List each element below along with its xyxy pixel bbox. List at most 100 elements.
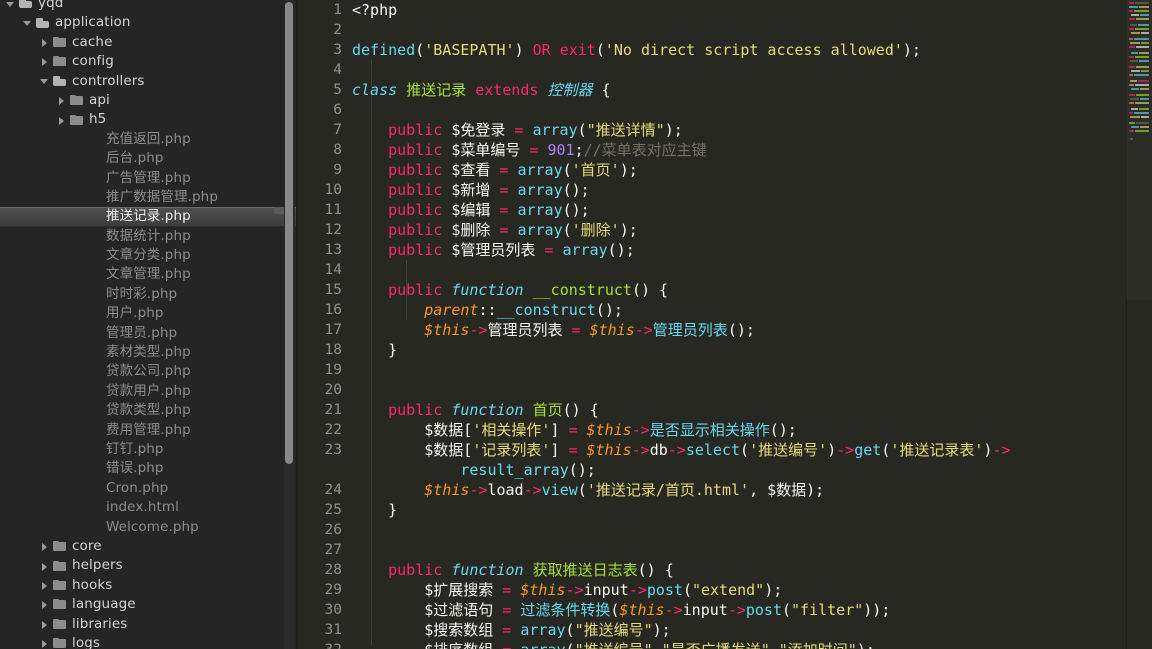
code-line[interactable] [346, 100, 1152, 120]
code-line[interactable]: $搜索数组 = array("推送编号"); [346, 620, 1152, 640]
file-tree[interactable]: yqd application cache config controllers api h… [0, 0, 296, 649]
code-line[interactable]: defined('BASEPATH') OR exit('No direct s… [346, 40, 1152, 60]
tree-file-row[interactable]: 充值返回.php [0, 130, 296, 149]
tree-file-row[interactable]: 管理员.php [0, 324, 296, 343]
folder-icon [53, 56, 66, 67]
code-line[interactable]: $this->管理员列表 = $this->管理员列表(); [346, 320, 1152, 340]
code-line[interactable]: public $菜单编号 = 901;//菜单表对应主键 [346, 140, 1152, 160]
minimap-line [1129, 94, 1135, 96]
tree-folder-row[interactable]: application [0, 13, 296, 32]
tree-file-row[interactable]: 素材类型.php [0, 343, 296, 362]
code-line[interactable]: public $查看 = array('首页'); [346, 160, 1152, 180]
code-token: result_array [460, 461, 569, 479]
code-line[interactable] [346, 60, 1152, 80]
code-token: ( [562, 161, 572, 179]
code-line[interactable] [346, 360, 1152, 380]
tree-file-row[interactable]: index.html [0, 498, 296, 517]
code-line[interactable]: $排序数组 = array("推送编号","是否广播发送","添加时间"); [346, 640, 1152, 649]
sidebar-scrollbar-thumb[interactable] [285, 2, 293, 464]
tree-file-row[interactable]: 推送记录.php [0, 207, 296, 227]
folder-icon [70, 114, 83, 126]
tree-file-row[interactable]: 后台.php [0, 149, 296, 168]
code-line[interactable]: } [346, 340, 1152, 360]
code-token: ( [595, 41, 605, 59]
tree-item-label: logs [72, 634, 101, 649]
code-line[interactable]: $扩展搜索 = $this->input->post("extend"); [346, 580, 1152, 600]
code-line[interactable]: } [346, 500, 1152, 520]
code-content[interactable]: <?php defined('BASEPATH') OR exit('No di… [346, 0, 1152, 649]
file-explorer-sidebar[interactable]: yqd application cache config controllers api h… [0, 0, 296, 649]
code-line[interactable]: public $编辑 = array(); [346, 200, 1152, 220]
chevron-right-icon[interactable] [40, 57, 50, 67]
tree-file-row[interactable]: 贷款公司.php [0, 362, 296, 381]
code-line[interactable]: public $新增 = array(); [346, 180, 1152, 200]
tree-file-row[interactable]: 用户.php [0, 304, 296, 323]
tree-file-row[interactable]: 推广数据管理.php [0, 188, 296, 207]
code-line[interactable]: public function 首页() { [346, 400, 1152, 420]
chevron-right-icon[interactable] [40, 561, 50, 571]
tree-file-row[interactable]: 贷款用户.php [0, 382, 296, 401]
code-line[interactable]: <?php [346, 0, 1152, 20]
tree-folder-row[interactable]: hooks [0, 576, 296, 595]
code-editor[interactable]: 1 2 3 4 5 6 7 8 9 10 11 12 13 14 15 16 17 18 19 20 21 22 23 24 2… [296, 0, 1152, 649]
tree-file-row[interactable]: 钉钉.php [0, 440, 296, 459]
tree-file-row[interactable]: 费用管理.php [0, 421, 296, 440]
tree-folder-row[interactable]: yqd [0, 0, 296, 13]
tree-folder-row[interactable]: logs [0, 634, 296, 649]
tree-file-row[interactable]: 文章分类.php [0, 246, 296, 265]
code-line[interactable]: $数据['记录列表'] = $this->db->select('推送编号')-… [346, 440, 1152, 460]
chevron-right-icon[interactable] [40, 580, 50, 590]
code-line[interactable] [346, 260, 1152, 280]
tree-folder-row[interactable]: h5 [0, 110, 296, 129]
code-line[interactable] [346, 20, 1152, 40]
code-line[interactable]: $过滤语句 = 过滤条件转换($this->input->post("filte… [346, 600, 1152, 620]
tree-folder-row[interactable]: api [0, 91, 296, 110]
code-line[interactable]: public $删除 = array('删除'); [346, 220, 1152, 240]
code-line[interactable]: public $管理员列表 = array(); [346, 240, 1152, 260]
tree-folder-row[interactable]: cache [0, 33, 296, 52]
tree-folder-row[interactable]: config [0, 52, 296, 71]
code-line[interactable]: public function __construct() { [346, 280, 1152, 300]
tree-file-row[interactable]: 错误.php [0, 459, 296, 478]
tree-file-row[interactable]: 文章管理.php [0, 265, 296, 284]
code-line[interactable]: result_array(); [346, 460, 1152, 480]
code-token: "filter" [791, 601, 864, 619]
chevron-down-icon[interactable] [6, 0, 16, 9]
chevron-right-icon[interactable] [40, 600, 50, 610]
sidebar-scrollbar-track[interactable] [284, 0, 295, 649]
chevron-right-icon[interactable] [57, 96, 67, 106]
chevron-right-icon[interactable] [40, 542, 50, 552]
code-line[interactable] [346, 520, 1152, 540]
chevron-right-icon[interactable] [40, 37, 50, 47]
code-line[interactable] [346, 380, 1152, 400]
code-line[interactable]: $this->load->view('推送记录/首页.html', $数据); [346, 480, 1152, 500]
tree-folder-row[interactable]: libraries [0, 615, 296, 634]
chevron-down-icon[interactable] [40, 76, 50, 86]
tree-file-row[interactable]: 时时彩.php [0, 285, 296, 304]
code-line[interactable]: parent::__construct(); [346, 300, 1152, 320]
code-line[interactable]: public function 获取推送日志表() { [346, 560, 1152, 580]
tree-file-row[interactable]: Cron.php [0, 479, 296, 498]
tree-file-row[interactable]: Welcome.php [0, 518, 296, 537]
tree-folder-row[interactable]: core [0, 537, 296, 556]
chevron-down-icon[interactable] [23, 18, 33, 28]
chevron-right-icon[interactable] [57, 115, 67, 125]
tree-folder-row[interactable]: controllers [0, 72, 296, 91]
minimap-line [1134, 112, 1149, 114]
tree-folder-row[interactable]: language [0, 595, 296, 614]
tree-folder-row[interactable]: helpers [0, 556, 296, 575]
tree-file-row[interactable]: 广告管理.php [0, 169, 296, 188]
code-line[interactable]: class 推送记录 extends 控制器 { [346, 80, 1152, 100]
spacer-icon [74, 328, 84, 338]
code-line[interactable]: $数据['相关操作'] = $this->是否显示相关操作(); [346, 420, 1152, 440]
code-line[interactable] [346, 540, 1152, 560]
minimap-viewport[interactable] [1126, 0, 1152, 300]
tree-file-row[interactable]: 数据统计.php [0, 227, 296, 246]
minimap[interactable] [1126, 0, 1152, 649]
chevron-right-icon[interactable] [40, 619, 50, 629]
code-line[interactable]: public $免登录 = array("推送详情"); [346, 120, 1152, 140]
chevron-right-icon[interactable] [40, 639, 50, 649]
tree-file-row[interactable]: 贷款类型.php [0, 401, 296, 420]
